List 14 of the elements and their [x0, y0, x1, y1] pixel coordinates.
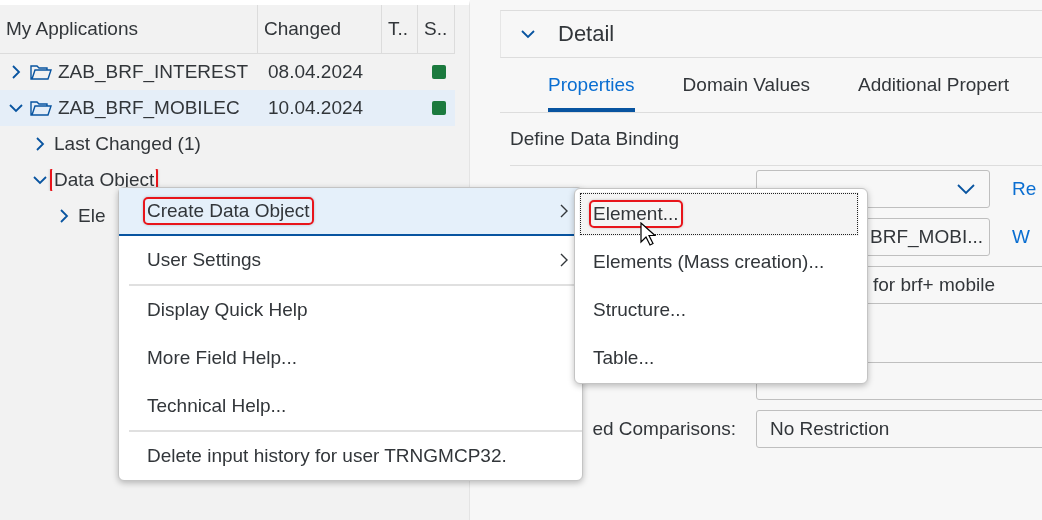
field-label: ed Comparisons:	[591, 418, 736, 440]
panel-title: Detail	[558, 21, 615, 47]
menu-item-label: More Field Help...	[147, 347, 297, 369]
changed-date: 10.04.2024	[267, 97, 365, 119]
menu-item-label: Create Data Object	[143, 197, 314, 225]
changed-date: 08.04.2024	[267, 61, 365, 83]
menu-item-label: Technical Help...	[147, 395, 287, 417]
menu-item-label: Table...	[593, 347, 655, 369]
menu-item-label: Display Quick Help	[147, 299, 308, 321]
menu-item-label: Delete input history for user TRNGMCP32.	[147, 445, 507, 467]
menu-item-label: Structure...	[593, 299, 686, 321]
section-title: Define Data Binding	[510, 128, 679, 150]
menu-item-label: User Settings	[147, 249, 262, 271]
menu-item-label: Element...	[589, 200, 683, 228]
